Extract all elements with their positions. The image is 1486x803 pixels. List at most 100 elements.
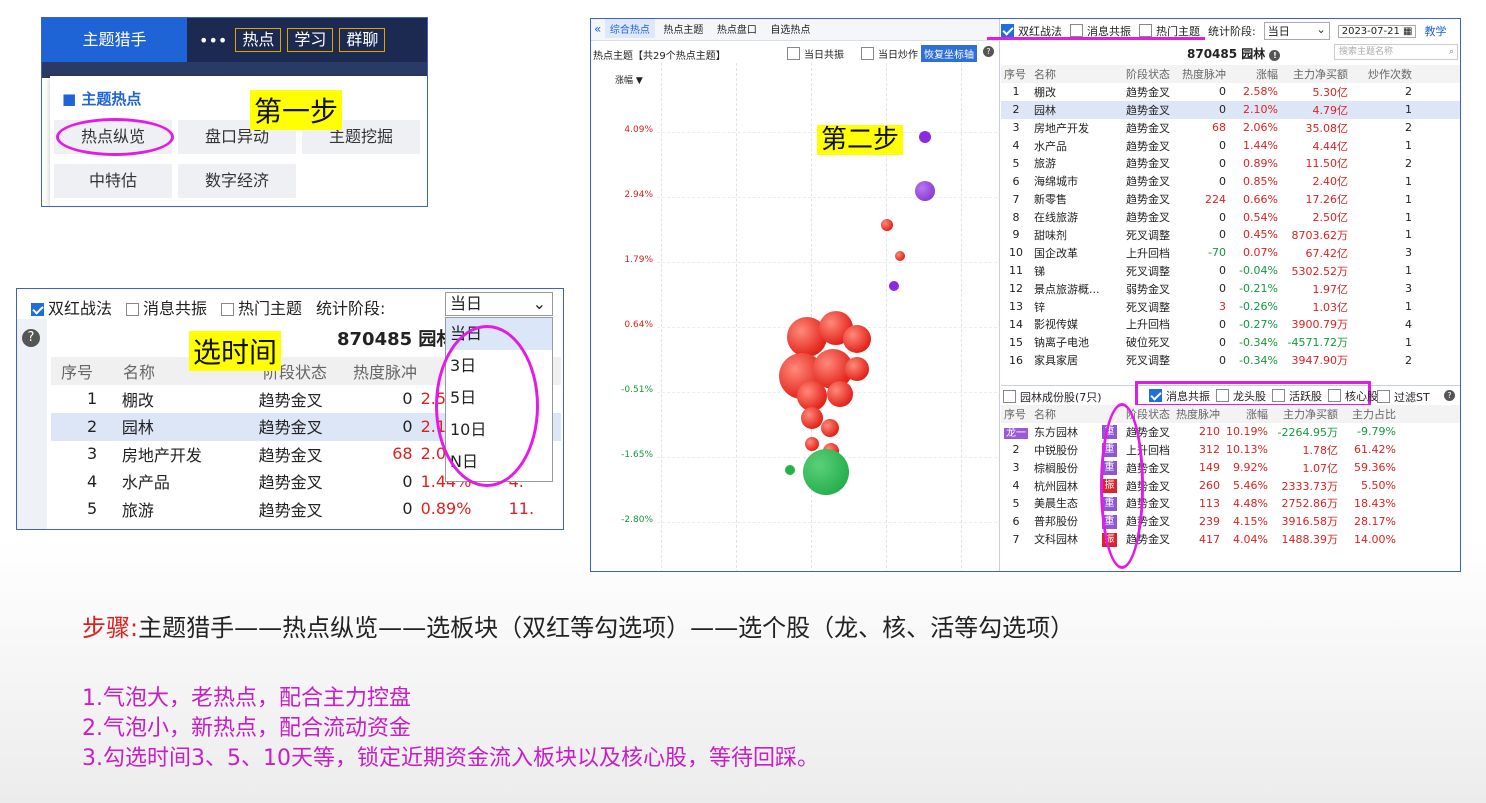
check-active[interactable]: 活跃股 [1272,388,1322,404]
more-icon[interactable]: ••• [199,31,227,50]
tab-board[interactable]: 热点盘口 [712,19,762,38]
col-header[interactable]: 涨幅 [1223,405,1271,423]
table-row[interactable]: 10 国企改革 上升回档 -70 0.07% 67.42亿 3 [1001,244,1415,262]
steps-text: 主题猎手——热点纵览——选板块（双红等勾选项）——选个股（龙、核、活等勾选项） [138,614,1075,642]
table-cell: 5.46% [1233,479,1268,492]
bubble[interactable] [919,131,931,143]
menu-item-cte[interactable]: 中特估 [54,164,172,198]
col-header[interactable]: 序号 [1001,65,1031,83]
table-cell: 东方园林 [1034,425,1078,439]
table-cell: 0.54% [1243,210,1278,224]
table-row[interactable]: 6 普邦股份重趋势金叉 239 4.15% 3916.58万 28.17% [1001,512,1399,530]
bubble[interactable] [843,325,871,353]
help-icon[interactable]: ? [1444,390,1455,401]
table-row[interactable]: 龙一 东方园林重趋势金叉 210 10.19% -2264.95万 -9.79% [1001,423,1399,441]
table-row[interactable]: 7 新零售 趋势金叉 224 0.66% 17.26亿 1 [1001,190,1415,208]
bubble[interactable] [821,419,839,437]
check-news[interactable]: 消息共振 [126,295,207,319]
bubble[interactable] [803,449,849,495]
brand-tab[interactable]: 主题猎手 [42,18,187,62]
restore-axis-button[interactable]: 恢复坐标轴 [921,45,977,62]
col-header[interactable]: 名称 [1031,65,1123,83]
table-cell: 28.17% [1354,514,1396,528]
table-cell: 1 [1405,335,1412,349]
bubble[interactable] [801,407,823,429]
table-row[interactable]: 6 海绵城市 趋势金叉 0 0.85% 2.40亿 1 [1001,172,1415,190]
bubble[interactable] [827,381,853,407]
table-cell: 3 [1219,300,1226,314]
table-row[interactable]: 12 景点旅游概... 弱势金叉 0 -0.21% 1.97亿 3 [1001,280,1415,298]
y-axis-label[interactable]: 涨幅 ▼ [615,73,643,86]
table-row[interactable]: 3 房地产开发 趋势金叉 68 2.06% 35.08亿 2 [1001,119,1415,137]
bubble[interactable] [805,437,819,451]
table-row[interactable]: 2 中锐股份重上升回档 312 10.13% 1.78亿 61.42% [1001,441,1399,459]
search-input[interactable]: 搜索主题名称 ⌕ [1334,44,1458,60]
callout-step1: 第一步 [250,90,343,130]
bubble[interactable] [895,251,905,261]
table-cell: 0.89% [420,499,472,519]
tab-learn[interactable]: 学习 [287,28,334,52]
check-leader[interactable]: 龙头股 [1216,388,1266,404]
table-row[interactable]: 7 文科园林振趋势金叉 417 4.04% 1488.39万 14.00% [1001,530,1399,548]
check-core[interactable]: 核心股 [1328,388,1378,404]
table-row[interactable]: 2 园林 趋势金叉 0 2.10% 4.79亿 1 [1001,101,1415,119]
bubble[interactable] [889,281,899,291]
check-filter-st[interactable]: 过滤ST [1377,389,1430,405]
col-header[interactable]: 阶段状态 [1123,65,1179,83]
table-row[interactable]: 15 钠离子电池 破位死叉 0 -0.34% -4571.72万 1 [1001,333,1415,351]
col-header[interactable]: 名称 [1031,405,1099,423]
table-row[interactable]: 5 旅游 趋势金叉 0 0.89% 11.50亿 2 [1001,154,1415,172]
table-row[interactable]: 16 家具家居 死叉调整 0 -0.34% 3947.90万 2 [1001,351,1415,369]
help-icon[interactable]: ? [983,46,994,57]
table-row[interactable]: 3 棕榈股份重趋势金叉 149 9.92% 1.07亿 59.36% [1001,459,1399,477]
check-news[interactable]: 消息共振 [1149,388,1210,404]
col-header[interactable]: 主力净买额 [1281,65,1351,83]
tab-overall[interactable]: 综合热点 [604,19,655,38]
table-cell: 趋势金叉 [1126,103,1170,117]
tab-hot[interactable]: 热点 [235,28,282,52]
table-row[interactable]: 5 旅游 趋势金叉 0 0.89% 11. [57,495,563,523]
check-double-red[interactable]: 双红战法 [31,295,112,319]
col-header[interactable]: 炒作次数 [1351,65,1415,83]
info-icon[interactable]: ! [1269,50,1281,61]
col-header[interactable]: 热度脉冲 [1173,405,1223,423]
teach-link[interactable]: 教学 [1424,23,1446,39]
check-day-hype[interactable]: 当日炒作 [861,46,918,61]
date-picker[interactable]: 2023-07-21 ▦ [1337,24,1417,38]
table-cell: 0 [402,416,413,436]
table-row[interactable]: 4 杭州园林振趋势金叉 260 5.46% 2333.73万 5.50% [1001,477,1399,495]
table-row[interactable]: 13 锌 死叉调整 3 -0.26% 1.03亿 1 [1001,298,1415,316]
col-header[interactable]: 涨幅 [1229,65,1281,83]
tab-theme[interactable]: 热点主题 [658,19,708,38]
table-row[interactable]: 8 在线旅游 趋势金叉 0 0.54% 2.50亿 1 [1001,208,1415,226]
table-row[interactable]: 11 锑 死叉调整 0 -0.04% 5302.52万 1 [1001,262,1415,280]
bubble[interactable] [881,219,893,231]
col-header[interactable]: 热度脉冲 [1179,65,1229,83]
stat-select[interactable]: 当日 ⌄ [1263,22,1330,40]
stat-select[interactable]: 当日 ⌄ [445,292,553,316]
tab-custom[interactable]: 自选热点 [765,19,815,38]
menu-item-digital[interactable]: 数字经济 [178,164,296,198]
help-icon[interactable]: ? [22,329,40,347]
table-cell: 趋势金叉 [258,418,323,438]
check-hot-theme[interactable]: 热门主题 [221,295,302,319]
bubble[interactable] [845,357,869,381]
table-cell: 美晨生态 [1034,497,1078,511]
tab-chat[interactable]: 群聊 [339,28,386,52]
note-2: 2.气泡小，新热点，配合流动资金 [82,716,411,741]
table-row[interactable]: 4 水产品 趋势金叉 0 1.44% 4.44亿 1 [1001,137,1415,155]
col-header[interactable]: 主力净买额 [1271,405,1341,423]
table-row[interactable]: 5 美晨生态重趋势金叉 113 4.48% 2752.86万 18.43% [1001,494,1399,512]
table-row[interactable]: 14 影视传媒 上升回档 0 -0.27% 3900.79万 4 [1001,315,1415,333]
table-cell: 0 [402,471,413,491]
bubble[interactable] [785,465,795,475]
col-header[interactable]: 主力占比 [1341,405,1399,423]
check-label: 双红战法 [48,299,113,318]
table-row[interactable]: 9 甜味剂 死叉调整 0 0.45% 8703.62万 1 [1001,226,1415,244]
col-header[interactable]: 序号 [1001,405,1031,423]
check-day-resonance[interactable]: 当日共振 [787,46,844,61]
collapse-icon[interactable]: « [594,22,601,36]
component-table: 序号 名称 阶段状态 热度脉冲 涨幅 主力净买额 主力占比 龙一 东方园林重趋势金叉 210 10.… [1001,405,1399,548]
bubble[interactable] [915,181,935,201]
table-row[interactable]: 1 棚改 趋势金叉 0 2.58% 5.30亿 2 [1001,83,1415,101]
